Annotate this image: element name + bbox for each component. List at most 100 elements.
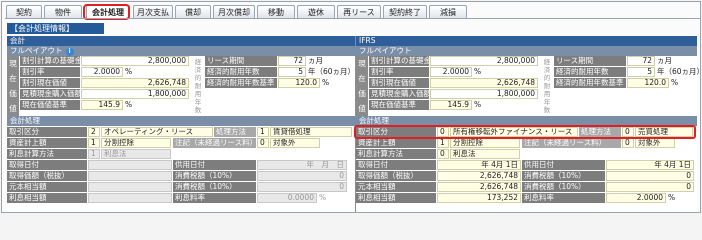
- useful-life-unit: 年（60ヵ月）: [308, 67, 356, 76]
- interest-method-code[interactable]: 1: [88, 149, 100, 159]
- ifrs-principal-amount-field: 2,626,748: [437, 182, 521, 192]
- tab-transfer[interactable]: 移動: [257, 5, 295, 19]
- base-amount-field[interactable]: 2,800,000: [81, 56, 189, 66]
- ifrs-fullpayout-header: フルペイアウト: [356, 46, 697, 56]
- ifrs-consumption-tax-2-label: 消費税額（10%）: [522, 182, 605, 192]
- ifrs-interest-method-code[interactable]: 0: [437, 149, 449, 159]
- lease-term-unit: ヵ月: [308, 56, 323, 65]
- tab-contract-end[interactable]: 契約終了: [383, 5, 427, 19]
- ifrs-interest-amount-label: 利息相当額: [356, 193, 436, 203]
- interest-method-value: 利息法: [101, 149, 171, 159]
- ifrs-useful-life-field[interactable]: 5: [627, 67, 655, 77]
- capitalized-amount-label: 資産計上額: [7, 138, 87, 148]
- processing-method-value: 賃貸借処理: [270, 127, 352, 137]
- ifrs-acquisition-cost-label: 取得価額（税抜）: [356, 171, 436, 181]
- service-date-label: 供用日付: [173, 160, 256, 170]
- ifrs-discounted-pv-field: 2,626,748: [430, 78, 538, 88]
- ifrs-discount-rate-unit: %: [474, 67, 482, 76]
- discount-rate-field[interactable]: 2.0000: [81, 67, 123, 77]
- capitalized-amount-code[interactable]: 1: [88, 138, 100, 148]
- tab-re-lease[interactable]: 再リース: [337, 5, 381, 19]
- ifrs-interest-amount-field: 173,252: [437, 193, 521, 203]
- useful-life-label: 経済的耐用年数: [205, 67, 277, 77]
- ifrs-capitalized-amount-code[interactable]: 1: [437, 138, 449, 148]
- ifrs-capitalized-amount-value: 分割控除: [450, 138, 520, 148]
- transaction-type-label: 取引区分: [7, 127, 87, 137]
- ifrs-acquisition-cost-field: 2,626,748: [437, 171, 521, 181]
- useful-life-criteria-unit: %: [322, 78, 330, 87]
- ifrs-useful-life-criteria-label: 経済的耐用年数基準: [554, 78, 626, 88]
- principal-amount-label: 元本相当額: [7, 182, 87, 192]
- ifrs-interest-rate-label: 利息料率: [522, 193, 605, 203]
- info-icon[interactable]: i: [65, 48, 74, 56]
- interest-rate-unit: %: [319, 193, 327, 202]
- ifrs-useful-life-vertical-label: 経済的耐用年数: [543, 58, 551, 114]
- ifrs-acquisition-date-label: 取得日付: [356, 160, 436, 170]
- discounted-pv-field: 2,626,748: [81, 78, 189, 88]
- ifrs-service-date-label: 供用日付: [522, 160, 605, 170]
- useful-life-field[interactable]: 5: [278, 67, 306, 77]
- ifrs-consumption-tax-field: 0: [606, 171, 694, 181]
- ifrs-note-unexpired-label: 注記（未経過リース料）: [522, 138, 621, 148]
- lease-term-field[interactable]: 72: [278, 56, 306, 66]
- ifrs-header: IFRS: [356, 36, 697, 46]
- tab-monthly-payment[interactable]: 月次支払: [133, 5, 173, 19]
- transaction-type-value: オペレーティング・リース: [101, 127, 213, 137]
- ifrs-consumption-tax-2-field: 0: [606, 182, 694, 192]
- ifrs-discount-rate-field[interactable]: 2.0000: [430, 67, 472, 77]
- ifrs-lease-term-field[interactable]: 72: [627, 56, 655, 66]
- tab-idle[interactable]: 遊休: [297, 5, 335, 19]
- interest-rate-field: 0.0000: [257, 193, 317, 203]
- pv-criteria-label: 現在価値基準: [20, 100, 80, 110]
- transaction-type-code[interactable]: 2: [88, 127, 100, 137]
- tab-monthly-depreciation[interactable]: 月次償却: [213, 5, 255, 19]
- acquisition-date-label: 取得日付: [7, 160, 87, 170]
- note-unexpired-value: 対象外: [270, 138, 320, 148]
- consumption-tax-field: 0: [257, 171, 347, 181]
- estimated-cash-price-field[interactable]: 1,800,000: [81, 89, 189, 99]
- acquisition-cost-label: 取得価額（税抜）: [7, 171, 87, 181]
- tab-asset[interactable]: 物件: [44, 5, 82, 19]
- lease-term-label: リース期間: [205, 56, 277, 66]
- processing-method-code[interactable]: 1: [257, 127, 269, 137]
- app-frame: 契約 物件 会計処理 月次支払 償却 月次償却 移動 遊休 再リース 契約終了 …: [1, 1, 702, 213]
- processing-method-label: 処理方法: [214, 127, 256, 137]
- fullpayout-label: フルペイアウト: [10, 46, 63, 55]
- interest-method-label: 利息計算方法: [7, 149, 87, 159]
- acquisition-date-field: [88, 160, 172, 170]
- useful-life-vertical-label: 経済的耐用年数: [194, 58, 202, 114]
- ifrs-capitalized-amount-label: 資産計上額: [356, 138, 436, 148]
- useful-life-criteria-field: 120.0: [278, 78, 320, 88]
- ifrs-estimated-cash-price-field[interactable]: 1,800,000: [430, 89, 538, 99]
- ifrs-transaction-row-highlight: [354, 125, 696, 139]
- ifrs-useful-life-criteria-unit: %: [671, 78, 679, 87]
- ifrs-pv-criteria-label: 現在価値基準: [369, 100, 429, 110]
- principal-amount-field: [88, 182, 172, 192]
- discount-rate-unit: %: [125, 67, 133, 76]
- panel-title: 【会計処理情報】: [7, 23, 104, 34]
- note-unexpired-code[interactable]: 0: [257, 138, 269, 148]
- useful-life-criteria-label: 経済的耐用年数基準: [205, 78, 277, 88]
- ifrs-estimated-cash-price-label: 見積現金購入価額: [369, 89, 429, 99]
- tab-contract[interactable]: 契約: [6, 5, 42, 19]
- service-date-field: 年 月 日: [257, 160, 347, 170]
- ifrs-note-unexpired-value: 対象外: [635, 138, 675, 148]
- ifrs-lease-term-unit: ヵ月: [657, 56, 672, 65]
- ifrs-note-unexpired-code[interactable]: 0: [622, 138, 634, 148]
- ifrs-base-amount-label: 割引計算の基礎金額: [369, 56, 429, 66]
- tab-impairment[interactable]: 減損: [429, 5, 467, 19]
- ifrs-service-date-field: 年 4月 1日: [606, 160, 694, 170]
- base-amount-label: 割引計算の基礎金額: [20, 56, 80, 66]
- accounting-pane: 会計 フルペイアウトi 現在価値 割引計算の基礎金額 2,800,000 割引率…: [7, 36, 355, 212]
- ifrs-useful-life-criteria-field: 120.0: [627, 78, 669, 88]
- discount-rate-label: 割引率: [20, 67, 80, 77]
- pv-criteria-unit: %: [125, 100, 133, 109]
- ifrs-useful-life-unit: 年（60ヵ月）: [657, 67, 702, 76]
- tab-depreciation[interactable]: 償却: [175, 5, 211, 19]
- present-value-side-label: 現在価値: [7, 56, 19, 116]
- fullpayout-header: フルペイアウト i: [7, 46, 355, 56]
- ifrs-base-amount-field[interactable]: 2,800,000: [430, 56, 538, 66]
- ifrs-discounted-pv-label: 割引現在価値: [369, 78, 429, 88]
- ifrs-pv-criteria-unit: %: [474, 100, 482, 109]
- note-unexpired-label: 注記（未経過リース料）: [173, 138, 256, 148]
